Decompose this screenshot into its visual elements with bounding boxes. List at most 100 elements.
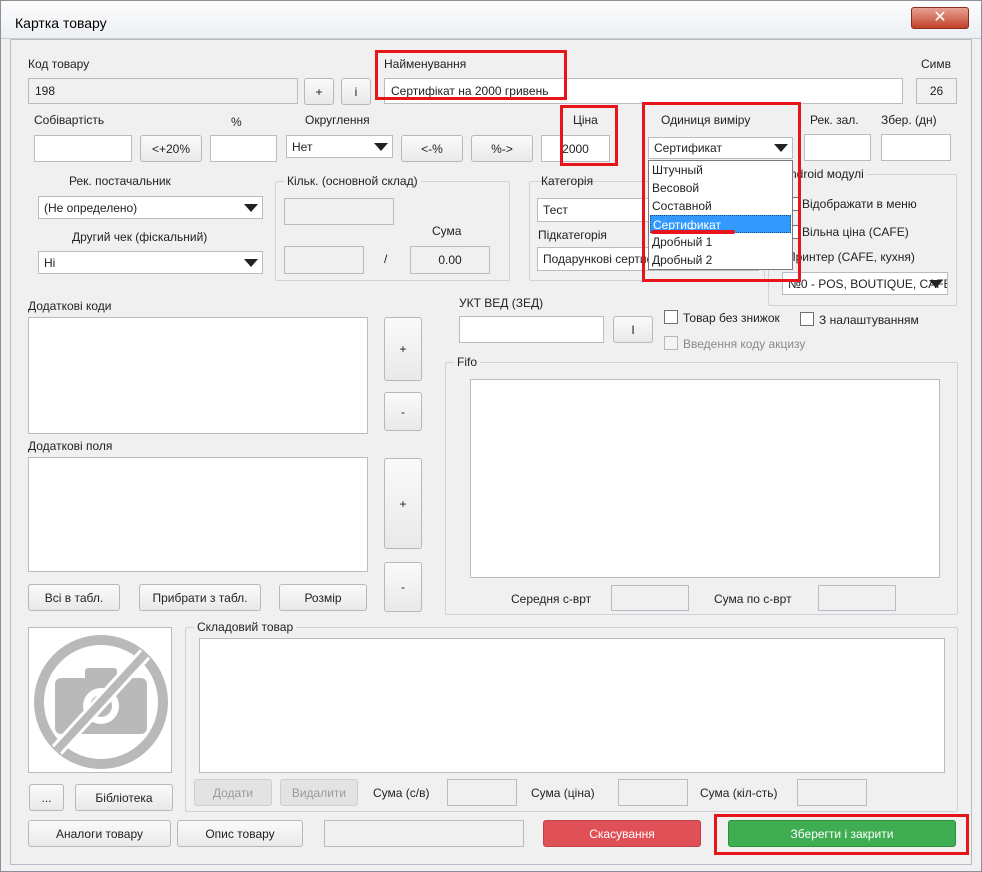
- subcategory-label: Підкатегорія: [538, 228, 607, 242]
- add-field-button[interactable]: +: [384, 458, 422, 549]
- composite-title: Складовий товар: [194, 620, 297, 634]
- category-value: Тест: [543, 203, 568, 217]
- sum-price-composite-label: Сума (ціна): [531, 786, 595, 800]
- quantity-sum-field: 0.00: [410, 246, 490, 274]
- sum-cost-label: Сума по с-врт: [714, 592, 792, 606]
- chevron-down-icon: [244, 203, 258, 212]
- quantity-field: [284, 198, 394, 225]
- chevron-down-icon: [244, 258, 258, 267]
- percent-field[interactable]: [210, 135, 277, 162]
- extra-fields-list[interactable]: [28, 457, 368, 572]
- add-component-button[interactable]: Додати: [194, 779, 272, 806]
- symbols-field: 26: [916, 78, 957, 104]
- cost-field[interactable]: [34, 135, 132, 162]
- symbols-label: Симв: [921, 57, 951, 71]
- window-title: Картка товару: [15, 15, 107, 31]
- rec-stock-field[interactable]: [804, 134, 871, 161]
- code-plus-button[interactable]: +: [304, 78, 334, 105]
- quantity-left-field: [284, 246, 364, 274]
- sum-qty-composite-label: Сума (кіл-сть): [700, 786, 778, 800]
- extra-fields-label: Додаткові поля: [28, 439, 113, 453]
- cancel-button[interactable]: Скасування: [543, 820, 701, 847]
- code-info-button[interactable]: i: [341, 78, 371, 105]
- composite-group: Складовий товар Додати Видалити Сума (с/…: [185, 620, 958, 812]
- supplier-label: Рек. постачальник: [69, 174, 171, 188]
- fifo-table[interactable]: [470, 379, 940, 578]
- browse-image-button[interactable]: ...: [29, 784, 64, 811]
- no-discount-checkbox[interactable]: [664, 310, 678, 324]
- slash-separator: /: [384, 252, 388, 266]
- remove-field-button[interactable]: -: [384, 562, 422, 612]
- extra-codes-label: Додаткові коди: [28, 299, 112, 313]
- composite-table[interactable]: [199, 638, 945, 773]
- storage-label: Збер. (дн): [881, 113, 937, 127]
- close-button[interactable]: ✕: [911, 7, 969, 29]
- add-code-button[interactable]: +: [384, 317, 422, 381]
- remove-from-table-button[interactable]: Прибрати з табл.: [139, 584, 261, 611]
- category-label: Категорія: [541, 174, 594, 188]
- with-settings-label: З налаштуванням: [819, 313, 919, 327]
- rounding-value: Нет: [292, 139, 313, 154]
- extra-codes-list[interactable]: [28, 317, 368, 434]
- fifo-group: Fifo Середня с-врт Сума по с-врт: [445, 355, 958, 615]
- uktzed-field[interactable]: [459, 316, 604, 343]
- add-20-percent-button[interactable]: <+20%: [140, 135, 202, 162]
- form-body: Код товару 198 + i Найменування Сертифік…: [10, 39, 972, 865]
- no-discount-label: Товар без знижок: [683, 311, 780, 325]
- fifo-title: Fifo: [454, 355, 481, 369]
- sum-cost-composite-label: Сума (с/в): [373, 786, 430, 800]
- round-left-button[interactable]: <-%: [401, 135, 463, 162]
- price-highlight-annotation: [560, 105, 618, 166]
- rec-stock-label: Рек. зал.: [810, 113, 859, 127]
- code-label: Код товару: [28, 57, 90, 71]
- supplier-select[interactable]: (Не определено): [38, 196, 263, 219]
- supplier-value: (Не определено): [44, 200, 138, 215]
- printer-label: Принтер (CAFE, кухня): [787, 250, 915, 264]
- avg-cost-label: Середня с-врт: [511, 592, 592, 606]
- round-right-button[interactable]: %->: [471, 135, 533, 162]
- size-button[interactable]: Розмір: [279, 584, 367, 611]
- fiscal-select[interactable]: Ні: [38, 251, 263, 274]
- sum-cost-field: [818, 585, 896, 611]
- code-field[interactable]: 198: [28, 78, 298, 104]
- percent-label: %: [231, 115, 242, 129]
- rounding-label: Округлення: [305, 113, 370, 127]
- excise-checkbox[interactable]: [664, 336, 678, 350]
- qty-sum-label: Сума: [432, 224, 462, 238]
- no-camera-icon: [34, 635, 168, 769]
- fiscal-value: Ні: [44, 255, 56, 270]
- excise-label: Введення коду акцизу: [683, 337, 806, 351]
- storage-field[interactable]: [881, 134, 951, 161]
- footer-blank-field: [324, 820, 524, 847]
- product-photo[interactable]: [28, 627, 172, 773]
- sum-cost-composite-field: [447, 779, 517, 806]
- delete-component-button[interactable]: Видалити: [280, 779, 358, 806]
- cost-label: Собівартість: [34, 113, 105, 127]
- all-to-table-button[interactable]: Всі в табл.: [28, 584, 120, 611]
- avg-cost-field: [611, 585, 689, 611]
- quantity-group-title: Кільк. (основной склад): [284, 174, 421, 188]
- sum-qty-composite-field: [797, 779, 867, 806]
- sum-price-composite-field: [618, 779, 688, 806]
- analogs-button[interactable]: Аналоги товару: [28, 820, 171, 847]
- title-bar: Картка товару ✕: [1, 1, 981, 39]
- uktzed-lookup-button[interactable]: I: [613, 316, 653, 343]
- show-in-menu-label: Відображати в меню: [802, 197, 917, 211]
- save-highlight-annotation: [714, 814, 969, 855]
- with-settings-checkbox[interactable]: [800, 312, 814, 326]
- printer-select[interactable]: №0 - POS, BOUTIQUE, CAFE: [782, 272, 948, 295]
- chevron-down-icon: [374, 142, 388, 151]
- chevron-down-icon: [929, 279, 943, 288]
- close-icon: ✕: [933, 9, 947, 26]
- printer-value: №0 - POS, BOUTIQUE, CAFE: [788, 276, 948, 291]
- library-button[interactable]: Бібліотека: [75, 784, 173, 811]
- uktzed-label: УКТ ВЕД (ЗЕД): [459, 296, 544, 310]
- name-highlight-annotation: [375, 50, 567, 100]
- quantity-group: Кільк. (основной склад) Сума / 0.00: [275, 174, 510, 281]
- remove-code-button[interactable]: -: [384, 392, 422, 431]
- fiscal-label: Другий чек (фіскальний): [72, 230, 208, 244]
- rounding-select[interactable]: Нет: [286, 135, 393, 158]
- description-button[interactable]: Опис товару: [177, 820, 303, 847]
- free-price-label: Вільна ціна (CAFE): [802, 225, 909, 239]
- product-card-window: Картка товару ✕ Код товару 198 + i Найме…: [0, 0, 982, 872]
